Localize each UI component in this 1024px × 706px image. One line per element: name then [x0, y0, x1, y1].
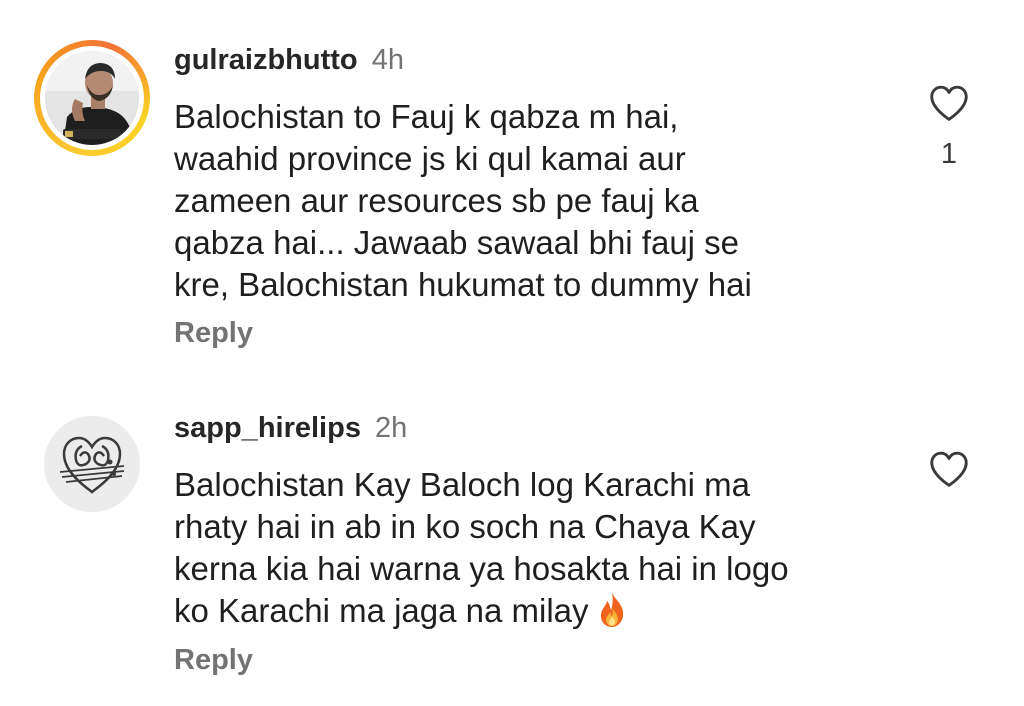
like-button[interactable]: [926, 446, 972, 492]
comment-line-text: ko Karachi ma jaga na milay: [174, 592, 589, 629]
profile-photo: [45, 51, 139, 145]
reply-button[interactable]: Reply: [174, 642, 253, 678]
timestamp: 4h: [371, 44, 404, 76]
comment-line: Balochistan to Fauj k qabza m hai,: [174, 98, 679, 135]
heart-outline-icon: [930, 451, 968, 487]
comment-line: ko Karachi ma jaga na milay: [174, 590, 894, 632]
comment-line: qabza hai... Jawaab sawaal bhi fauj se: [174, 224, 740, 261]
heart-outline-icon: [930, 85, 968, 121]
avatar[interactable]: [34, 40, 150, 156]
timestamp: 2h: [375, 412, 408, 444]
heart-music-logo: [44, 416, 140, 512]
comment-line: zameen aur resources sb pe fauj ka: [174, 182, 699, 219]
comment-header: gulraizbhutto 4h: [174, 42, 404, 78]
like-button[interactable]: [926, 80, 972, 126]
username[interactable]: sapp_hirelips: [174, 412, 361, 444]
comment-line: kerna kia hai warna ya hosakta hai in lo…: [174, 550, 789, 587]
like-count: 1: [940, 138, 958, 170]
comment-text: Balochistan Kay Baloch log Karachi ma rh…: [174, 464, 894, 632]
fire-emoji-icon: [595, 590, 629, 628]
comment-line: Balochistan Kay Baloch log Karachi ma: [174, 466, 750, 503]
comment-line: kre, Balochistan hukumat to dummy hai: [174, 266, 752, 303]
avatar[interactable]: [44, 416, 140, 512]
comment-text: Balochistan to Fauj k qabza m hai, waahi…: [174, 96, 894, 306]
username[interactable]: gulraizbhutto: [174, 44, 358, 76]
comment-line: waahid province js ki qul kamai aur: [174, 140, 686, 177]
comment-line: rhaty hai in ab in ko soch na Chaya Kay: [174, 508, 756, 545]
comment-header: sapp_hirelips 2h: [174, 410, 407, 446]
reply-button[interactable]: Reply: [174, 315, 253, 351]
